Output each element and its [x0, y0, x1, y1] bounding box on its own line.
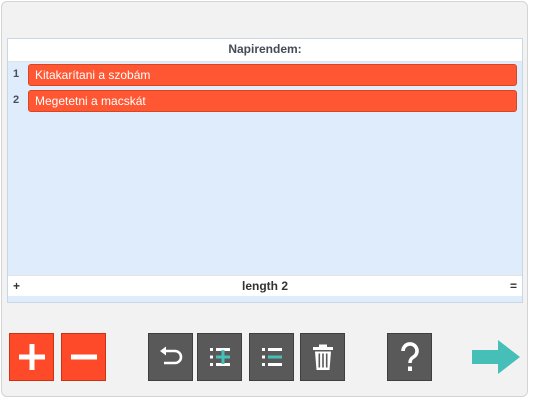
list-footer: + length 2 =	[8, 275, 522, 296]
list-item-label[interactable]: Kitakarítani a szobám	[28, 64, 517, 86]
question-icon	[400, 342, 419, 371]
footer-eq-button[interactable]: =	[510, 279, 517, 293]
list-item[interactable]: 2 Megetetni a macskát	[8, 90, 522, 112]
plus-icon	[18, 344, 45, 370]
next-button[interactable]	[470, 333, 522, 381]
insert-item-button[interactable]	[197, 333, 242, 381]
list-item[interactable]: 1 Kitakarítani a szobám	[8, 64, 522, 86]
delete-button[interactable]	[300, 333, 345, 381]
list-item-label[interactable]: Megetetni a macskát	[28, 90, 517, 112]
add-button[interactable]	[9, 333, 54, 381]
length-label: length 2	[241, 279, 288, 293]
trash-icon	[312, 344, 333, 370]
list-panel: Napirendem: 1 Kitakarítani a szobám 2 Me…	[7, 38, 523, 303]
list-insert-icon	[209, 348, 230, 366]
list-remove-icon	[261, 348, 282, 366]
remove-button[interactable]	[61, 333, 106, 381]
list-item-index: 2	[13, 94, 20, 106]
list-title: Napirendem:	[8, 39, 522, 62]
minus-icon	[70, 354, 97, 360]
arrow-right-icon	[472, 340, 520, 374]
undo-button[interactable]	[148, 333, 193, 381]
undo-icon	[159, 346, 182, 365]
help-button[interactable]	[387, 333, 432, 381]
remove-item-button[interactable]	[249, 333, 294, 381]
list-item-index: 1	[13, 68, 20, 80]
